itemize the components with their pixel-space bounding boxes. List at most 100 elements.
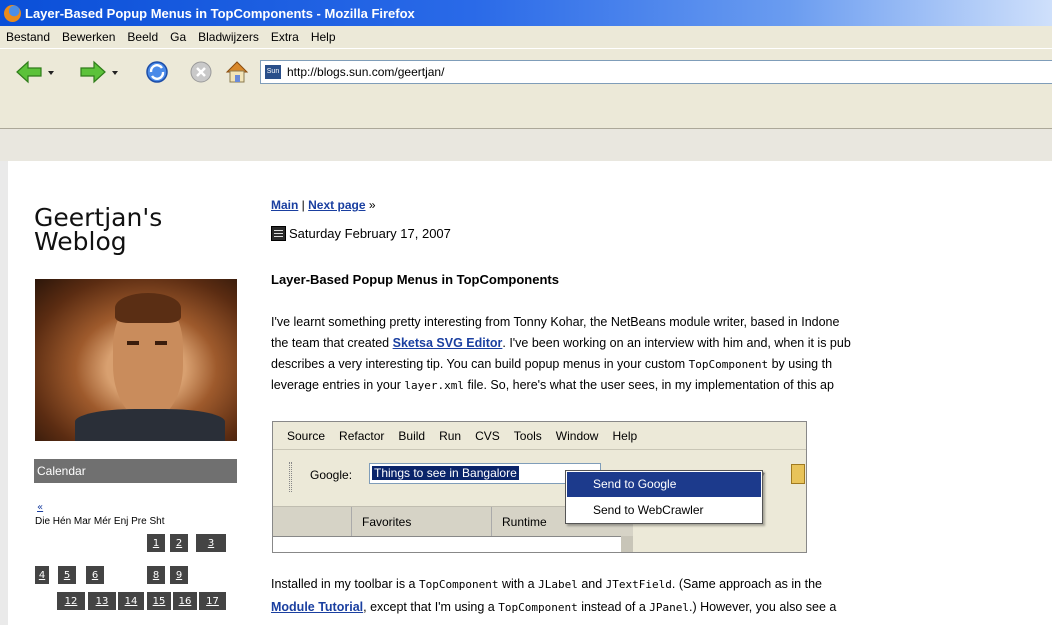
- blog-title-line2: Weblog: [34, 227, 127, 256]
- google-field-value: Things to see in Bangalore: [372, 466, 519, 480]
- paragraph-line: leverage entries in your layer.xml file.…: [271, 375, 1052, 396]
- next-arrow-icon: »: [365, 198, 376, 212]
- site-favicon-icon: Sun: [265, 65, 281, 79]
- photo-hair: [115, 293, 181, 323]
- sketsa-link[interactable]: Sketsa SVG Editor: [393, 336, 503, 350]
- paragraph-line: the team that created Sketsa SVG Editor.…: [271, 333, 1052, 353]
- photo-eye-left: [127, 341, 139, 345]
- calendar-day[interactable]: 17: [199, 592, 226, 610]
- text: . (Same approach as in the: [671, 577, 822, 591]
- calendar-day[interactable]: 12: [57, 592, 85, 610]
- navigation-toolbar: Sun http://blogs.sun.com/geertjan/: [0, 48, 1052, 94]
- calendar-day[interactable]: 9: [170, 566, 188, 584]
- photo-shirt: [75, 409, 225, 441]
- main-link[interactable]: Main: [271, 198, 298, 212]
- calendar-day[interactable]: 1: [147, 534, 165, 552]
- calendar-day[interactable]: 14: [118, 592, 144, 610]
- ide-menu-item: Run: [439, 428, 462, 443]
- text: the team that created: [271, 336, 393, 350]
- calendar-day[interactable]: 6: [86, 566, 104, 584]
- calendar-day[interactable]: 5: [58, 566, 76, 584]
- paragraph-line: I've learnt something pretty interesting…: [271, 312, 1052, 332]
- ide-menu-item: Source: [287, 428, 326, 443]
- ide-menu-item: Window: [555, 428, 599, 443]
- clipboard-icon: [791, 464, 805, 484]
- calendar-weekdays: Die Hén Mar Mér Enj Pre Sht: [35, 516, 165, 527]
- calendar-day[interactable]: 16: [173, 592, 197, 610]
- firefox-logo-icon: [4, 4, 21, 22]
- text: .) However, you also see a: [689, 600, 837, 614]
- popup-send-to-google: Send to Google: [567, 472, 761, 497]
- calendar-day[interactable]: 8: [147, 566, 165, 584]
- stop-button[interactable]: [186, 57, 216, 87]
- menu-bewerken[interactable]: Bewerken: [60, 28, 121, 46]
- text: instead of a: [577, 600, 650, 614]
- ide-splitter: [621, 536, 633, 552]
- address-bar[interactable]: Sun http://blogs.sun.com/geertjan/: [260, 60, 1052, 84]
- reload-button[interactable]: [142, 57, 172, 87]
- ide-popup-menu: Send to Google Send to WebCrawler: [565, 470, 763, 524]
- next-page-link[interactable]: Next page: [308, 198, 365, 212]
- ide-menu-item: Refactor: [339, 428, 385, 443]
- post-navigation: Main | Next page »: [271, 198, 376, 212]
- menu-bladwijzers[interactable]: Bladwijzers: [196, 28, 265, 46]
- reload-icon: [146, 61, 168, 83]
- ide-panel: [273, 536, 621, 552]
- back-arrow-icon: [16, 60, 42, 84]
- post-title: Layer-Based Popup Menus in TopComponents: [271, 272, 559, 287]
- menu-beeld[interactable]: Beeld: [125, 28, 164, 46]
- tab-strip: [0, 129, 1052, 161]
- calendar-prev-link[interactable]: «: [37, 502, 43, 513]
- ide-menu-item: Help: [612, 428, 638, 443]
- bookmarks-toolbar: [0, 94, 1052, 129]
- text: , except that I'm using a: [363, 600, 499, 614]
- calendar-day[interactable]: 3: [196, 534, 226, 552]
- toolbar-grip-icon: [289, 462, 292, 492]
- forward-button[interactable]: [78, 57, 108, 87]
- author-photo: [35, 279, 237, 441]
- calendar-day[interactable]: 4: [35, 566, 49, 584]
- ide-menu-item: Tools: [513, 428, 542, 443]
- menu-ga[interactable]: Ga: [168, 28, 192, 46]
- forward-arrow-icon: [80, 60, 106, 84]
- text: I've learnt something pretty interesting…: [271, 315, 840, 329]
- permalink-icon[interactable]: [271, 226, 286, 241]
- text: by using th: [768, 357, 833, 371]
- ide-menu-item: CVS: [475, 428, 500, 443]
- code-text: TopComponent: [688, 358, 769, 371]
- code-text: JPanel: [649, 601, 690, 614]
- post-date: Saturday February 17, 2007: [289, 226, 451, 241]
- calendar-day[interactable]: 2: [170, 534, 188, 552]
- text: with a: [498, 577, 539, 591]
- home-button[interactable]: [222, 57, 252, 87]
- menu-extra[interactable]: Extra: [269, 28, 305, 46]
- back-button[interactable]: [14, 57, 44, 87]
- text: . I've been working on an interview with…: [502, 336, 851, 350]
- popup-send-to-webcrawler: Send to WebCrawler: [593, 503, 704, 517]
- google-label: Google:: [310, 468, 353, 482]
- ide-tab-favorites: Favorites: [351, 507, 491, 537]
- menu-bestand[interactable]: Bestand: [4, 28, 56, 46]
- paragraph-line: Installed in my toolbar is a TopComponen…: [271, 574, 1052, 595]
- paragraph-line: Module Tutorial, except that I'm using a…: [271, 597, 1052, 618]
- post-date-line: Saturday February 17, 2007: [271, 226, 451, 241]
- back-dropdown-icon[interactable]: [48, 71, 54, 75]
- code-text: layer.xml: [404, 379, 465, 392]
- paragraph-line: describes a very interesting tip. You ca…: [271, 354, 1052, 375]
- address-url: http://blogs.sun.com/geertjan/: [287, 65, 445, 79]
- calendar-day[interactable]: 15: [147, 592, 171, 610]
- module-tutorial-link[interactable]: Module Tutorial: [271, 600, 363, 614]
- text: describes a very interesting tip. You ca…: [271, 357, 689, 371]
- forward-dropdown-icon[interactable]: [112, 71, 118, 75]
- menu-help[interactable]: Help: [309, 28, 342, 46]
- nav-separator: |: [298, 198, 309, 212]
- code-text: JTextField: [605, 578, 672, 591]
- code-text: JLabel: [538, 578, 578, 591]
- home-icon: [225, 61, 249, 83]
- ide-menu-item: Build: [398, 428, 426, 443]
- blog-title: Geertjan's Weblog: [34, 205, 162, 256]
- calendar-day[interactable]: 13: [88, 592, 116, 610]
- ide-screenshot: Source Refactor Build Run CVS Tools Wind…: [272, 421, 807, 553]
- page-left-edge: [0, 161, 8, 625]
- calendar-header: Calendar: [34, 459, 237, 483]
